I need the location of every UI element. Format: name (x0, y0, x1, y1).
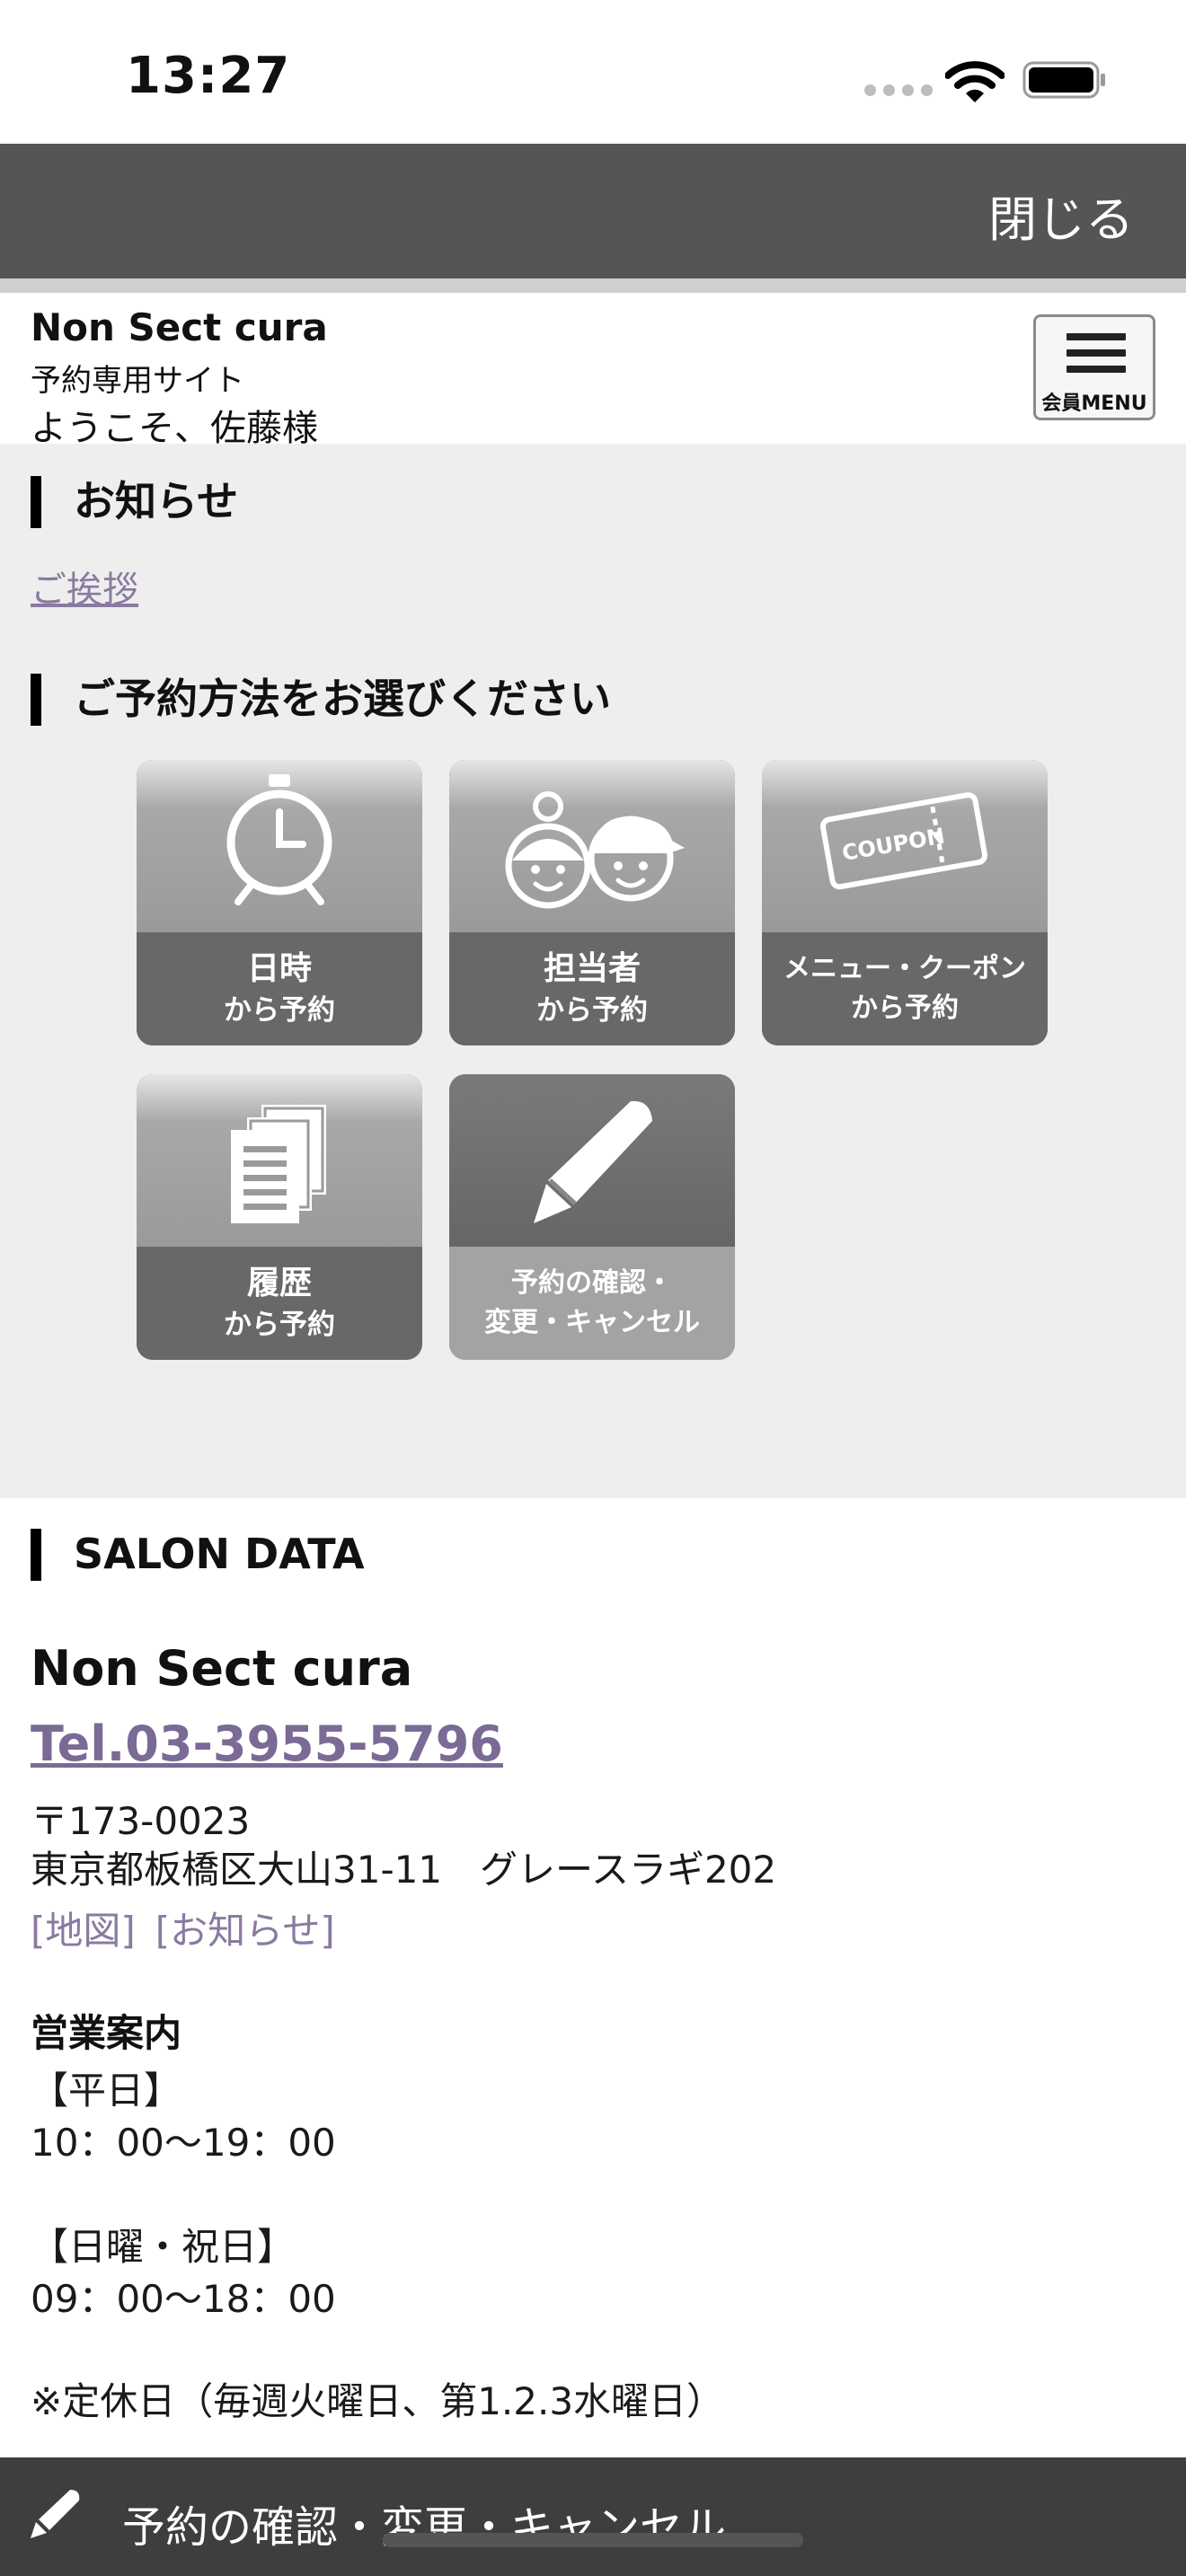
welcome-text: ようこそ、佐藤様 (31, 408, 318, 449)
close-button[interactable]: 閉じる (988, 180, 1134, 251)
notice-link-greeting[interactable]: ご挨拶 (31, 560, 138, 613)
tile-sublabel: から予約 (224, 1309, 335, 1341)
reserve-by-menu-coupon-tile[interactable]: COUPON メニュー・クーポン から予約 (762, 760, 1048, 1045)
notice-heading: お知らせ (31, 474, 238, 528)
cellular-signal-icon (864, 84, 933, 96)
salon-tel-link[interactable]: Tel.03-3955-5796 (31, 1716, 503, 1772)
site-info: Non Sect cura 予約専用サイト ようこそ、佐藤様 会員MENU (0, 293, 1186, 449)
pencil-icon (534, 1100, 652, 1223)
tile-sublabel: 変更・キャンセル (484, 1307, 700, 1338)
hamburger-icon (1067, 333, 1126, 382)
battery-icon (1022, 61, 1105, 99)
documents-icon (231, 1105, 326, 1223)
member-menu-button[interactable]: 会員MENU (1033, 314, 1155, 420)
holiday-label: 【日曜・祝日】 (31, 2225, 296, 2269)
salon-notice-link[interactable]: [お知らせ] (155, 1909, 335, 1953)
status-time: 13:27 (126, 47, 291, 105)
reserve-by-history-tile[interactable]: 履歴 から予約 (137, 1074, 422, 1360)
tile-label: 担当者 (543, 950, 641, 987)
salon-name: Non Sect cura (31, 1640, 413, 1697)
wifi-icon (945, 61, 1005, 102)
header-divider (0, 278, 1186, 293)
home-indicator[interactable] (383, 2533, 803, 2547)
tile-sublabel: から予約 (536, 994, 648, 1027)
tile-label: 予約の確認・ (511, 1267, 673, 1299)
reserve-by-staff-tile[interactable]: 担当者 から予約 (449, 760, 735, 1045)
site-name: Non Sect cura (31, 305, 328, 349)
business-hours-heading: 営業案内 (31, 2011, 182, 2055)
tile-label: 日時 (246, 950, 312, 987)
closed-days-note: ※定休日（毎週火曜日、第1.2.3水曜日） (31, 2379, 725, 2423)
salon-data-heading: SALON DATA (31, 1527, 365, 1581)
salon-postal-code: 〒173-0023 (31, 1799, 251, 1843)
coupon-icon-text: COUPON (840, 823, 947, 866)
staff-faces-icon (505, 791, 685, 909)
confirm-change-cancel-bar[interactable]: 予約の確認・変更・キャンセル (0, 2457, 1186, 2576)
salon-data-section: SALON DATA Non Sect cura Tel.03-3955-579… (0, 1498, 1186, 2457)
alarm-clock-icon (226, 774, 332, 905)
holiday-hours: 09：00〜18：00 (31, 2277, 336, 2321)
weekday-label: 【平日】 (31, 2069, 182, 2113)
salon-links: [地図] [お知らせ] (31, 1901, 355, 1955)
status-bar: 13:27 (0, 0, 1186, 144)
top-header: 閉じる (0, 144, 1186, 278)
reserve-by-datetime-tile[interactable]: 日時 から予約 (137, 760, 422, 1045)
site-subtitle: 予約専用サイト (31, 363, 244, 399)
member-menu-label: 会員MENU (1041, 393, 1147, 415)
weekday-hours: 10：00〜19：00 (31, 2121, 336, 2165)
salon-address: 東京都板橋区大山31-11 グレースラギ202 (31, 1848, 777, 1892)
pencil-icon (31, 2490, 80, 2538)
tile-label: メニュー・クーポン (783, 953, 1026, 984)
tile-sublabel: から予約 (224, 994, 335, 1027)
tile-label: 履歴 (246, 1265, 312, 1301)
reserve-heading: ご予約方法をお選びください (31, 672, 611, 726)
confirm-change-cancel-tile[interactable]: 予約の確認・ 変更・キャンセル (449, 1074, 735, 1360)
map-link[interactable]: [地図] (31, 1909, 136, 1953)
coupon-icon: COUPON (819, 792, 988, 890)
tile-sublabel: から予約 (851, 992, 959, 1024)
